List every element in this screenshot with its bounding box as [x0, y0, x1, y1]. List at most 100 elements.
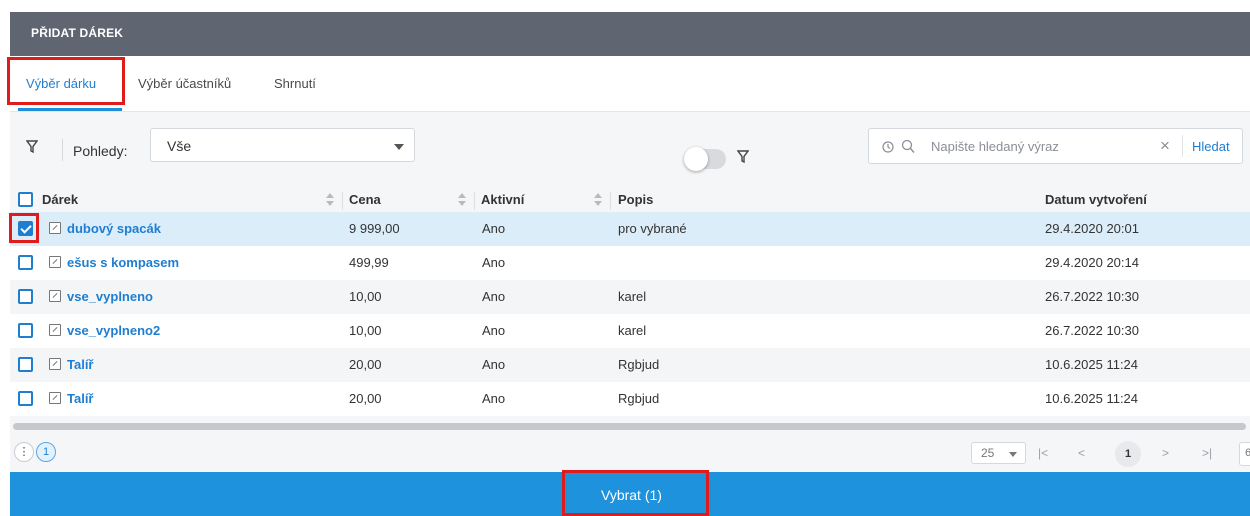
- created-cell: 26.7.2022 10:30: [1045, 289, 1139, 304]
- select-button[interactable]: Vybrat (1): [601, 487, 662, 503]
- history-icon[interactable]: [881, 140, 895, 157]
- sort-icon[interactable]: [458, 193, 466, 207]
- search-icon: [901, 139, 915, 157]
- row-checkbox[interactable]: [18, 323, 33, 338]
- row-checkbox[interactable]: [18, 255, 33, 270]
- description-cell: karel: [618, 289, 647, 304]
- views-select-value: Vše: [167, 138, 192, 154]
- gift-name-link[interactable]: vse_vyplneno2: [67, 323, 160, 338]
- row-checkbox[interactable]: [18, 289, 33, 304]
- table-row[interactable]: Talíř 20,00 Ano Rgbjud 10.6.2025 11:24: [10, 348, 1250, 382]
- created-cell: 29.4.2020 20:01: [1045, 221, 1139, 236]
- price-cell: 10,00: [349, 289, 382, 304]
- active-cell: Ano: [482, 221, 506, 236]
- open-link-icon[interactable]: [49, 324, 61, 336]
- gift-name-link[interactable]: Talíř: [67, 357, 94, 372]
- sort-icon[interactable]: [594, 193, 602, 207]
- created-cell: 29.4.2020 20:14: [1045, 255, 1139, 270]
- description-cell: karel: [618, 323, 647, 338]
- table-row[interactable]: vse_vyplneno2 10,00 Ano karel 26.7.2022 …: [10, 314, 1250, 348]
- column-header-gift[interactable]: Dárek: [42, 192, 78, 207]
- current-page-button[interactable]: 1: [1115, 441, 1141, 467]
- sort-icon[interactable]: [326, 193, 334, 207]
- open-link-icon[interactable]: [49, 290, 61, 302]
- open-link-icon[interactable]: [49, 222, 61, 234]
- open-link-icon[interactable]: [49, 256, 61, 268]
- price-cell: 499,99: [349, 255, 389, 270]
- price-cell: 10,00: [349, 323, 382, 338]
- column-header-description[interactable]: Popis: [618, 192, 653, 207]
- gift-name-link[interactable]: vse_vyplneno: [67, 289, 153, 304]
- tab-bar: Výběr dárku Výběr účastníků Shrnutí: [10, 56, 1250, 112]
- row-checkbox[interactable]: [18, 357, 33, 372]
- open-link-icon[interactable]: [49, 358, 61, 370]
- search-input[interactable]: Napište hledaný výraz: [931, 139, 1059, 154]
- column-header-price[interactable]: Cena: [349, 192, 381, 207]
- last-page-icon[interactable]: >|: [1202, 446, 1212, 460]
- column-header-created[interactable]: Datum vytvoření: [1045, 192, 1147, 207]
- table-row[interactable]: vse_vyplneno 10,00 Ano karel 26.7.2022 1…: [10, 280, 1250, 314]
- next-page-icon[interactable]: >: [1162, 446, 1169, 460]
- active-cell: Ano: [482, 323, 506, 338]
- price-cell: 20,00: [349, 391, 382, 406]
- chevron-down-icon: [394, 144, 404, 150]
- select-all-checkbox[interactable]: [18, 192, 33, 207]
- horizontal-scrollbar[interactable]: [10, 423, 1250, 431]
- active-tab-indicator: [18, 108, 122, 111]
- scrollbar-thumb[interactable]: [13, 423, 1246, 430]
- table-row[interactable]: Talíř 20,00 Ano Rgbjud 10.6.2025 11:24: [10, 382, 1250, 416]
- active-cell: Ano: [482, 255, 506, 270]
- filter-icon[interactable]: [25, 140, 39, 157]
- filter-toggle[interactable]: [684, 147, 726, 171]
- views-label: Pohledy:: [73, 143, 128, 159]
- views-select[interactable]: Vše: [150, 128, 415, 162]
- description-cell: Rgbjud: [618, 391, 660, 406]
- search-box: Napište hledaný výraz × Hledat: [868, 128, 1243, 164]
- created-cell: 10.6.2025 11:24: [1045, 357, 1139, 372]
- chevron-down-icon: [1009, 452, 1017, 457]
- active-cell: Ano: [482, 357, 506, 372]
- table-header: Dárek Cena Aktivní Popis Datum vytvoření: [10, 188, 1250, 212]
- prev-page-icon[interactable]: <: [1078, 446, 1085, 460]
- search-button[interactable]: Hledat: [1192, 139, 1230, 154]
- toggle-knob: [684, 147, 708, 171]
- tab-participant-selection[interactable]: Výběr účastníků: [138, 76, 231, 91]
- table-row[interactable]: ešus s kompasem 499,99 Ano 29.4.2020 20:…: [10, 246, 1250, 280]
- active-cell: Ano: [482, 391, 506, 406]
- page-size-value: 25: [981, 446, 995, 460]
- action-bar: Vybrat (1): [10, 472, 1250, 516]
- dialog-header: PŘIDAT DÁREK: [10, 12, 1250, 56]
- description-cell: pro vybrané: [618, 221, 687, 236]
- first-page-icon[interactable]: |<: [1038, 446, 1048, 460]
- created-cell: 10.6.2025 11:24: [1045, 391, 1139, 406]
- close-icon[interactable]: ×: [1160, 136, 1170, 156]
- more-options-icon[interactable]: ⋮: [14, 442, 34, 462]
- gift-name-link[interactable]: Talíř: [67, 391, 94, 406]
- row-checkbox[interactable]: [18, 221, 33, 236]
- active-cell: Ano: [482, 289, 506, 304]
- gift-name-link[interactable]: ešus s kompasem: [67, 255, 179, 270]
- tab-gift-selection[interactable]: Výběr dárku: [26, 76, 96, 91]
- selected-count-badge[interactable]: 1: [36, 442, 56, 462]
- column-header-active[interactable]: Aktivní: [481, 192, 524, 207]
- tab-summary[interactable]: Shrnutí: [274, 76, 316, 91]
- price-cell: 9 999,00: [349, 221, 400, 236]
- page-size-select[interactable]: 25: [971, 442, 1026, 464]
- row-checkbox[interactable]: [18, 391, 33, 406]
- table-row[interactable]: dubový spacák 9 999,00 Ano pro vybrané 2…: [10, 212, 1250, 246]
- open-link-icon[interactable]: [49, 392, 61, 404]
- toolbar: Pohledy: Vše Napište hledaný výraz × Hle…: [10, 112, 1250, 188]
- gift-name-link[interactable]: dubový spacák: [67, 221, 161, 236]
- description-cell: Rgbjud: [618, 357, 660, 372]
- toolbar-separator: [62, 139, 63, 161]
- column-separator: [610, 192, 611, 210]
- column-separator: [342, 192, 343, 210]
- search-separator: [1182, 135, 1183, 157]
- dialog-title: PŘIDAT DÁREK: [31, 26, 124, 40]
- price-cell: 20,00: [349, 357, 382, 372]
- advanced-filter-icon[interactable]: [736, 150, 750, 167]
- page-number-partial[interactable]: 6: [1239, 442, 1250, 466]
- table-footer: ⋮ 1 25 |< < 1 > >| 6: [10, 434, 1250, 472]
- gift-dialog: PŘIDAT DÁREK Výběr dárku Výběr účastníků…: [10, 12, 1250, 516]
- column-separator: [474, 192, 475, 210]
